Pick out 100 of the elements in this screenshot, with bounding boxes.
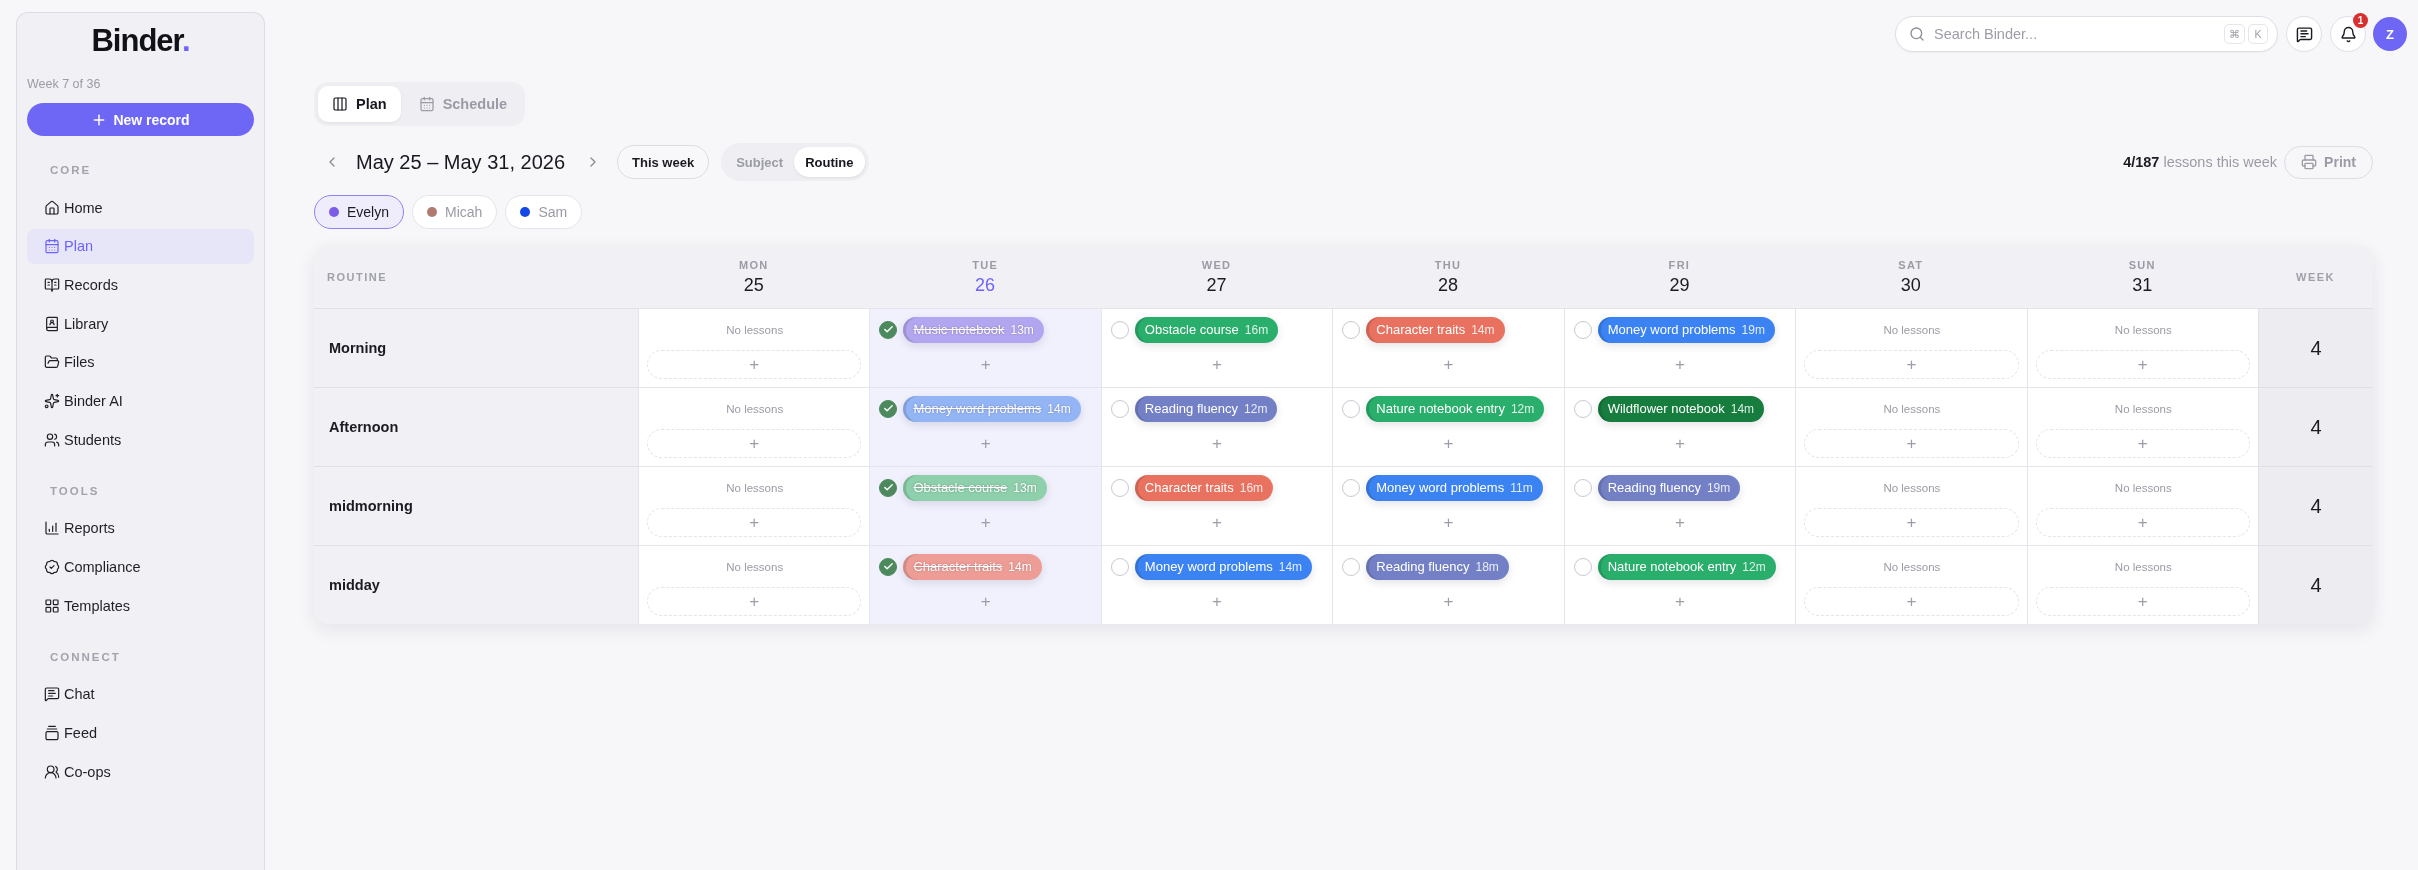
day-date: 31 — [2132, 273, 2153, 296]
lesson-count: 4/187 lessons this week — [2123, 154, 2278, 170]
add-lesson-button[interactable]: + — [1109, 350, 1325, 379]
nav-item[interactable]: Chat — [27, 676, 254, 712]
add-lesson-button[interactable]: + — [1572, 508, 1788, 537]
nav-item[interactable]: Home — [27, 190, 254, 225]
lesson-chip[interactable]: Money word problems 19m — [1597, 316, 1775, 343]
row-label: Afternoon — [329, 419, 399, 435]
lesson-chip[interactable]: Music notebook 13m — [903, 316, 1044, 343]
week-total: 4 — [2258, 466, 2373, 545]
lesson-chip[interactable]: Character traits 14m — [903, 553, 1042, 580]
lesson-chip[interactable]: Obstacle course 13m — [903, 474, 1047, 501]
lesson-checkbox[interactable] — [1110, 399, 1129, 418]
add-lesson-button[interactable]: + — [1341, 350, 1556, 379]
lesson-chip[interactable]: Character traits 14m — [1366, 316, 1505, 343]
student-chip[interactable]: Evelyn — [314, 195, 405, 229]
view-tab[interactable]: Plan — [318, 86, 401, 122]
lesson-checkbox[interactable] — [1110, 320, 1129, 339]
empty-label: No lessons — [726, 560, 784, 573]
nav-item[interactable]: Library — [27, 306, 254, 342]
section-heading: CONNECT — [50, 649, 121, 665]
group-by-option[interactable]: Subject — [725, 147, 795, 177]
add-lesson-button[interactable]: + — [1341, 587, 1556, 616]
day-date: 25 — [743, 273, 764, 296]
lesson-checkbox[interactable] — [879, 399, 898, 418]
add-lesson-button[interactable]: + — [878, 587, 1093, 616]
new-record-button[interactable]: New record — [27, 103, 254, 136]
nav-item[interactable]: Files — [27, 344, 254, 380]
avatar[interactable]: Z — [2373, 17, 2407, 51]
add-lesson-button[interactable]: + — [1109, 429, 1325, 458]
add-lesson-button[interactable]: + — [878, 350, 1093, 379]
day-name: WED — [1201, 257, 1232, 272]
lesson-checkbox[interactable] — [1342, 478, 1361, 497]
nav-item[interactable]: Binder AI — [27, 383, 254, 419]
lesson-checkbox[interactable] — [1110, 478, 1129, 497]
chat-button[interactable] — [2286, 16, 2322, 52]
lesson-checkbox[interactable] — [1342, 557, 1361, 576]
lesson-checkbox[interactable] — [1573, 320, 1592, 339]
add-lesson-button[interactable]: + — [1341, 429, 1556, 458]
nav-item[interactable]: Templates — [27, 588, 254, 624]
users-icon — [44, 763, 60, 780]
nav-item[interactable]: Records — [27, 267, 254, 303]
lesson-chip[interactable]: Nature notebook entry 12m — [1366, 395, 1545, 422]
add-lesson-button[interactable]: + — [1572, 587, 1788, 616]
this-week-button[interactable]: This week — [617, 145, 710, 179]
empty-label: No lessons — [726, 481, 784, 494]
columns-icon — [332, 96, 348, 112]
add-lesson-button[interactable]: + — [1109, 587, 1325, 616]
open-book-icon — [44, 276, 60, 293]
day-name: THU — [1434, 257, 1462, 272]
day-name: SAT — [1898, 257, 1924, 272]
add-lesson-button[interactable]: + — [878, 429, 1093, 458]
nav-item[interactable]: Reports — [27, 510, 254, 546]
folder-icon — [44, 354, 60, 371]
lesson-chip[interactable]: Money word problems 14m — [1134, 553, 1313, 580]
notifications-button[interactable]: 1 — [2330, 16, 2366, 52]
nav-item[interactable]: Co-ops — [27, 754, 254, 790]
lesson-chip[interactable]: Character traits 16m — [1134, 474, 1274, 501]
lesson-checkbox[interactable] — [1110, 557, 1129, 576]
row-label: midday — [329, 577, 380, 593]
group-by-option[interactable]: Routine — [794, 147, 865, 177]
lesson-checkbox[interactable] — [879, 320, 898, 339]
nav-item[interactable]: Compliance — [27, 549, 254, 585]
lesson-checkbox[interactable] — [879, 478, 898, 497]
lesson-checkbox[interactable] — [879, 557, 898, 576]
lesson-chip[interactable]: Reading fluency 12m — [1134, 395, 1278, 422]
lesson-chip[interactable]: Money word problems 11m — [1366, 474, 1543, 501]
bell-icon — [2339, 25, 2357, 43]
add-lesson-button[interactable]: + — [1572, 350, 1788, 379]
student-chip[interactable]: Micah — [412, 195, 498, 229]
nav-item[interactable]: Feed — [27, 715, 254, 751]
empty-label: No lessons — [1883, 560, 1941, 573]
users-icon — [44, 431, 60, 448]
lesson-checkbox[interactable] — [1342, 399, 1361, 418]
add-lesson-button[interactable]: + — [1109, 508, 1325, 537]
day-date: 26 — [975, 273, 996, 296]
column-heading: WEEK — [2296, 270, 2335, 283]
day-name: TUE — [972, 257, 999, 272]
add-lesson-button[interactable]: + — [878, 508, 1093, 537]
view-tab[interactable]: Schedule — [404, 86, 522, 122]
lesson-checkbox[interactable] — [1573, 478, 1592, 497]
lesson-chip[interactable]: Nature notebook entry 12m — [1597, 553, 1776, 580]
lesson-checkbox[interactable] — [1342, 320, 1361, 339]
row-label: Morning — [329, 340, 387, 356]
lesson-chip[interactable]: Reading fluency 19m — [1597, 474, 1741, 501]
nav-item[interactable]: Students — [27, 422, 254, 458]
lesson-chip[interactable]: Obstacle course 16m — [1134, 316, 1279, 343]
shortcut-key: K — [2248, 24, 2268, 44]
lesson-chip[interactable]: Wildflower notebook 14m — [1597, 395, 1765, 422]
sparkles-icon — [44, 392, 60, 409]
lesson-chip[interactable]: Money word problems 14m — [903, 395, 1081, 422]
lesson-checkbox[interactable] — [1573, 399, 1592, 418]
message-icon — [2295, 25, 2313, 43]
lesson-checkbox[interactable] — [1573, 557, 1592, 576]
nav-item[interactable]: Plan — [27, 228, 254, 264]
week-total: 4 — [2258, 545, 2373, 624]
add-lesson-button[interactable]: + — [1341, 508, 1556, 537]
lesson-chip[interactable]: Reading fluency 18m — [1366, 553, 1509, 580]
student-chip[interactable]: Sam — [505, 195, 583, 229]
add-lesson-button[interactable]: + — [1572, 429, 1788, 458]
